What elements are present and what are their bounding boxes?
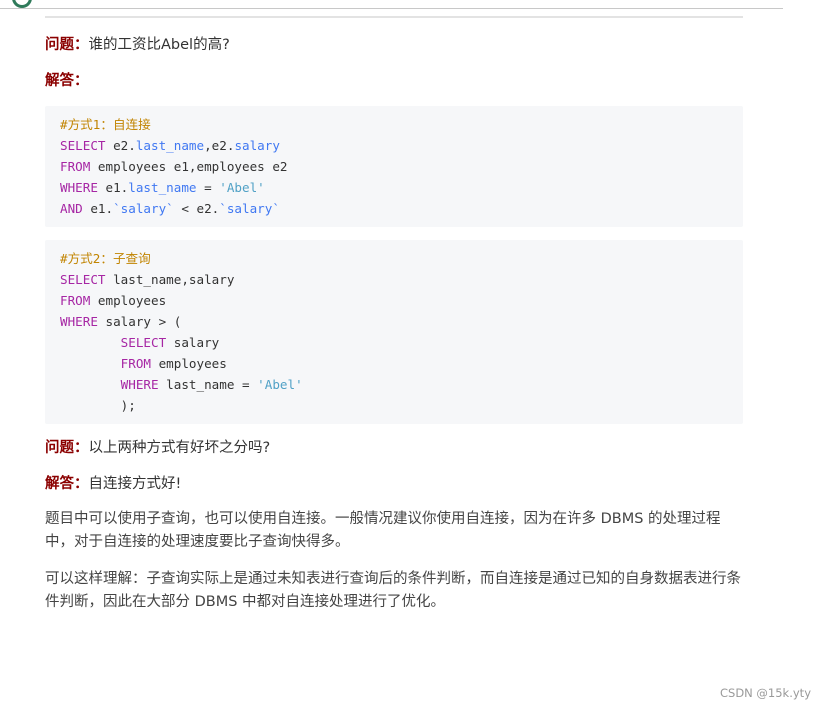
sql-text: e1. <box>82 201 114 216</box>
answer-2: 解答：自连接方式好! <box>45 473 743 495</box>
sql-text: e1. <box>97 180 129 195</box>
explanation-paragraph-2: 可以这样理解：子查询实际上是通过未知表进行查询后的条件判断，而自连接是通过已知的… <box>45 571 741 610</box>
sql-text: employees <box>90 293 167 308</box>
sql-attr: last_name <box>128 180 197 195</box>
sql-keyword: FROM <box>120 356 152 371</box>
sql-keyword: SELECT <box>60 138 106 153</box>
sql-keyword: SELECT <box>120 335 167 350</box>
question-2: 问题：以上两种方式有好坏之分吗? <box>45 437 743 459</box>
sql-keyword: SELECT <box>60 272 106 287</box>
sql-text: salary > ( <box>97 314 182 329</box>
sql-keyword: FROM <box>60 293 91 308</box>
question-label: 问题： <box>45 37 89 53</box>
sql-attr: last_name <box>135 138 205 153</box>
sql-keyword: WHERE <box>120 377 159 392</box>
question-text: 以上两种方式有好坏之分吗? <box>88 440 271 456</box>
sql-text: = <box>196 180 220 195</box>
code-block-self-join[interactable]: #方式1：自连接 SELECT e2.last_name,e2.salary F… <box>45 106 743 227</box>
sql-attr: `salary` <box>113 201 174 216</box>
sql-keyword: WHERE <box>60 180 98 195</box>
sql-keyword: AND <box>60 201 83 216</box>
article-body: 问题：谁的工资比Abel的高? 解答： #方式1：自连接 SELECT e2.l… <box>45 34 743 614</box>
question-text: 谁的工资比Abel的高? <box>88 37 230 53</box>
answer-label: 解答： <box>45 476 89 492</box>
sql-text: employees <box>151 356 227 371</box>
question-1: 问题：谁的工资比Abel的高? <box>45 34 743 56</box>
sql-string: 'Abel' <box>257 377 303 392</box>
code-comment: #方式2：子查询 <box>60 251 151 266</box>
sql-text: ); <box>120 398 136 413</box>
sql-text: last_name = <box>158 377 258 392</box>
question-label: 问题： <box>45 440 89 456</box>
watermark-credit: CSDN @15k.yty <box>719 686 811 700</box>
explanation-paragraph-1: 题目中可以使用子查询，也可以使用自连接。一般情况建议你使用自连接，因为在许多 D… <box>45 511 721 550</box>
sql-text: e2. <box>105 138 136 153</box>
header-divider <box>0 8 783 9</box>
answer-label: 解答： <box>45 73 89 89</box>
sql-text: ,e2. <box>204 138 235 153</box>
code-comment: #方式1：自连接 <box>60 117 151 132</box>
sql-string: 'Abel' <box>219 180 265 195</box>
article-divider <box>45 16 743 18</box>
code-block-subquery[interactable]: #方式2：子查询 SELECT last_name,salary FROM em… <box>45 240 743 424</box>
sql-text: salary <box>166 335 220 350</box>
answer-text: 自连接方式好! <box>88 476 182 492</box>
sql-keyword: WHERE <box>60 314 98 329</box>
sql-attr: `salary` <box>219 201 280 216</box>
answer-1: 解答： <box>45 70 743 92</box>
site-logo-icon <box>12 0 32 8</box>
sql-text: employees e1,employees e2 <box>90 159 288 174</box>
sql-text: < e2. <box>173 201 220 216</box>
sql-keyword: FROM <box>60 159 91 174</box>
sql-text: last_name,salary <box>105 272 235 287</box>
sql-attr: salary <box>234 138 280 153</box>
